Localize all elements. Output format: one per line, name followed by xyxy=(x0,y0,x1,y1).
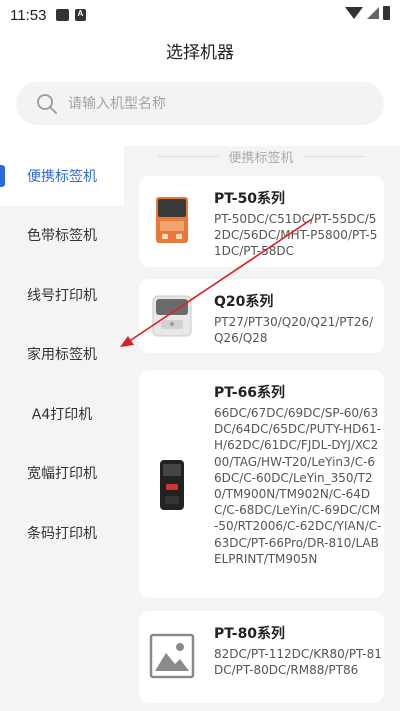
sidebar-item-label: 条码打印机 xyxy=(27,525,97,542)
device-card-pt80[interactable]: PT-80系列 82DC/PT-112DC/KR80/PT-81DC/PT-80… xyxy=(139,611,384,703)
card-body: Q20系列 PT27/PT30/Q20/Q21/PT26/Q26/Q28 xyxy=(214,291,382,346)
card-title: PT-66系列 xyxy=(214,385,286,401)
device-list: 便携标签机 PT-50系列 PT-50DC/C51DC/PT-55DC/52DC… xyxy=(124,146,400,711)
device-card-q20[interactable]: Q20系列 PT27/PT30/Q20/Q21/PT26/Q26/Q28 xyxy=(139,279,384,353)
status-time: 11:53 xyxy=(10,6,47,24)
card-title: PT-80系列 xyxy=(214,626,286,642)
card-body: PT-80系列 82DC/PT-112DC/KR80/PT-81DC/PT-80… xyxy=(214,623,382,678)
card-models: PT-50DC/C51DC/PT-55DC/52DC/56DC/MHT-P580… xyxy=(214,212,378,259)
wifi-icon xyxy=(345,7,363,19)
image-icon xyxy=(56,9,70,21)
card-models: PT27/PT30/Q20/Q21/PT26/Q26/Q28 xyxy=(214,315,374,346)
status-left-icons xyxy=(56,9,87,21)
search-bar[interactable] xyxy=(16,82,384,125)
sidebar-item-home-label[interactable]: 家用标签机 xyxy=(0,324,124,384)
sidebar-item-label: A4打印机 xyxy=(31,406,93,423)
search-input[interactable] xyxy=(68,95,358,112)
sidebar-item-barcode[interactable]: 条码打印机 xyxy=(0,503,124,563)
sidebar-item-a4-printer[interactable]: A4打印机 xyxy=(0,384,124,444)
sidebar-item-ribbon-label[interactable]: 色带标签机 xyxy=(0,205,124,265)
search-icon xyxy=(36,93,58,115)
sidebar-item-label: 线号打印机 xyxy=(27,287,97,304)
orange-printer-icon xyxy=(147,194,197,246)
sidebar-item-label: 色带标签机 xyxy=(27,228,97,245)
signal-icon xyxy=(367,7,379,19)
battery-icon xyxy=(383,6,390,20)
status-right-icons xyxy=(345,6,390,20)
section-title: 便携标签机 xyxy=(228,150,294,166)
card-models: 66DC/67DC/69DC/SP-60/63DC/64DC/65DC/PUTY… xyxy=(214,406,382,566)
device-card-pt66[interactable]: PT-66系列 66DC/67DC/69DC/SP-60/63DC/64DC/6… xyxy=(139,370,384,598)
a-badge-icon xyxy=(75,9,87,21)
section-header: 便携标签机 xyxy=(158,147,365,166)
status-bar: 11:53 xyxy=(0,0,400,30)
sidebar-item-wire-number[interactable]: 线号打印机 xyxy=(0,265,124,325)
placeholder-image-icon xyxy=(147,631,197,681)
sidebar-item-portable-label[interactable]: 便携标签机 xyxy=(0,146,124,206)
category-sidebar: 便携标签机 色带标签机 线号打印机 家用标签机 A4打印机 宽幅打印机 条码打印… xyxy=(0,146,124,711)
sidebar-item-wide-format[interactable]: 宽幅打印机 xyxy=(0,443,124,503)
divider xyxy=(158,155,219,157)
sidebar-item-label: 宽幅打印机 xyxy=(27,466,97,483)
card-body: PT-66系列 66DC/67DC/69DC/SP-60/63DC/64DC/6… xyxy=(214,382,382,567)
card-models: 82DC/PT-112DC/KR80/PT-81DC/PT-80DC/RM88/… xyxy=(214,647,382,678)
card-title: PT-50系列 xyxy=(214,191,286,207)
active-indicator xyxy=(0,165,5,187)
black-printer-icon xyxy=(147,458,197,512)
sidebar-item-label: 家用标签机 xyxy=(27,347,97,364)
card-body: PT-50系列 PT-50DC/C51DC/PT-55DC/52DC/56DC/… xyxy=(214,188,382,260)
divider xyxy=(303,155,365,157)
white-printer-icon xyxy=(147,291,197,341)
page-title: 选择机器 xyxy=(166,43,234,63)
card-title: Q20系列 xyxy=(214,294,274,310)
sidebar-item-label: 便携标签机 xyxy=(27,168,97,185)
device-card-pt50[interactable]: PT-50系列 PT-50DC/C51DC/PT-55DC/52DC/56DC/… xyxy=(139,176,384,267)
